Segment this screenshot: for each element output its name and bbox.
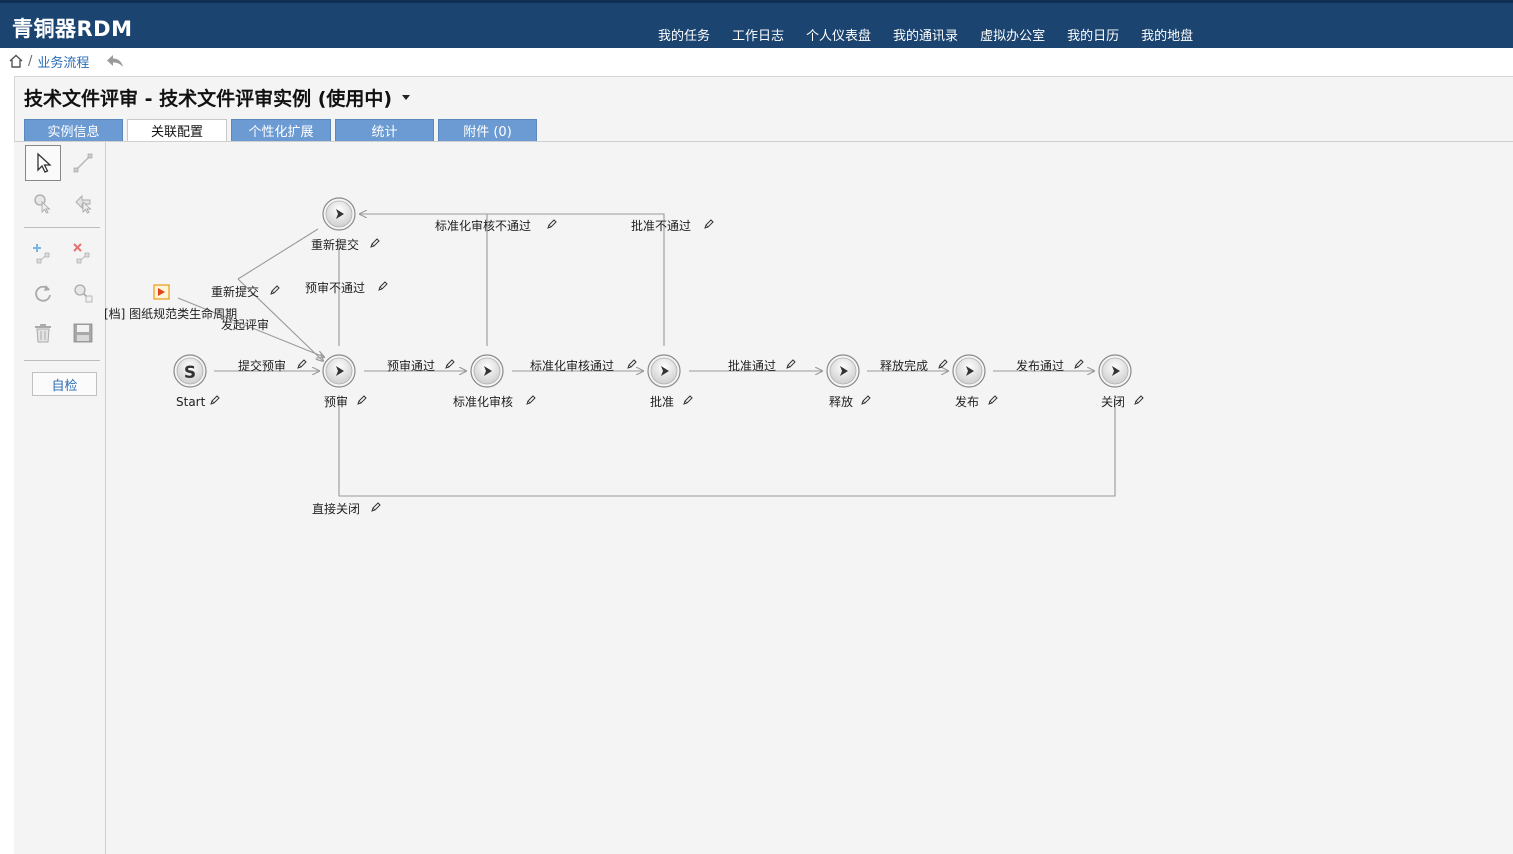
edit-start-icon[interactable] [210,395,220,405]
node-prereview[interactable] [322,354,356,388]
label-publish: 发布 [955,394,979,409]
edit-approve-fail-icon[interactable] [704,219,714,229]
edit-close-icon[interactable] [1134,395,1144,405]
node-std-review[interactable] [470,354,504,388]
label-std-review: 标准化审核 [453,394,513,409]
edit-direct-close-icon[interactable] [371,502,381,512]
label-prereview-fail: 预审不通过 [305,280,365,295]
label-approve-pass: 批准通过 [728,358,776,373]
edit-submit-prereview-icon[interactable] [297,359,307,369]
workflow-diagram: S [档] 图纸规范类生命周期 Start 预审 重新提交 标准化审核 批准 释… [104,197,1144,516]
app-root: 青铜器RDM 我的任务 工作日志 个人仪表盘 我的通讯录 虚拟办公室 我的日历 … [0,0,1513,854]
node-close[interactable] [1098,354,1132,388]
edge-approve-fail[interactable] [487,213,665,346]
edit-approve-icon[interactable] [683,395,693,405]
label-approve-fail: 批准不通过 [631,218,691,233]
edge-std-fail[interactable] [360,214,488,346]
label-std-fail: 标准化审核不通过 [435,218,531,233]
label-close: 关闭 [1101,395,1125,409]
label-publish-pass: 发布通过 [1016,358,1064,373]
external-lifecycle-label[interactable]: [档] 图纸规范类生命周期 [104,306,237,321]
label-initiate-review: 发起评审 [221,317,269,332]
edit-prereview-icon[interactable] [357,395,367,405]
edit-resubmit-node-icon[interactable] [370,238,380,248]
edge-resubmit-line[interactable] [237,228,319,280]
edit-release-done-icon[interactable] [938,359,948,369]
label-start: Start [176,395,206,409]
edit-approve-pass-icon[interactable] [786,359,796,369]
node-approve[interactable] [647,354,681,388]
edit-publish-pass-icon[interactable] [1074,359,1084,369]
edit-std-fail-icon[interactable] [547,219,557,229]
node-resubmit[interactable] [322,197,356,231]
edit-publish-icon[interactable] [988,395,998,405]
label-direct-close: 直接关闭 [312,501,360,516]
edit-resubmit-edge-icon[interactable] [270,285,280,295]
lifecycle-link-icon[interactable] [153,284,170,300]
edit-prereview-pass-icon[interactable] [445,359,455,369]
edit-std-review-icon[interactable] [526,395,536,405]
label-resubmit-edge: 重新提交 [211,284,259,299]
label-resubmit: 重新提交 [311,237,359,252]
start-symbol: S [184,363,196,383]
node-start[interactable]: S [173,354,207,388]
label-prereview-pass: 预审通过 [387,358,435,373]
node-release[interactable] [826,354,860,388]
edit-release-icon[interactable] [861,395,871,405]
node-publish[interactable] [952,354,986,388]
label-std-pass: 标准化审核通过 [530,358,614,373]
label-approve: 批准 [650,394,674,409]
label-submit-prereview: 提交预审 [238,358,286,373]
edit-prereview-fail-icon[interactable] [378,281,388,291]
edit-std-pass-icon[interactable] [627,359,637,369]
label-release: 释放 [829,394,853,409]
label-prereview: 预审 [324,394,348,409]
edge-direct-close[interactable] [338,395,1116,497]
label-release-done: 释放完成 [880,358,928,373]
